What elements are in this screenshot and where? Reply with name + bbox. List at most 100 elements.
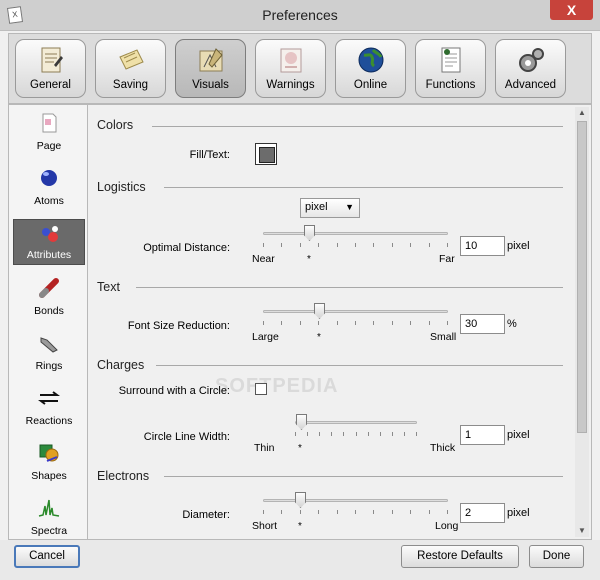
slider-tick xyxy=(263,243,264,247)
sidebar-item-attributes[interactable]: Attributes xyxy=(13,219,85,265)
units-select[interactable]: pixel ▼ xyxy=(300,198,360,218)
slider-thumb[interactable] xyxy=(314,303,325,319)
slider-tick xyxy=(373,321,374,325)
slider-tick xyxy=(337,510,338,514)
scroll-down-icon[interactable]: ▼ xyxy=(575,525,589,537)
bonds-icon xyxy=(39,278,59,298)
circle-line-width-slider[interactable] xyxy=(295,414,417,442)
slider-min-label: Short xyxy=(252,520,278,532)
diameter-input[interactable]: 2 xyxy=(460,503,505,523)
shapes-icon xyxy=(39,444,59,462)
section-divider xyxy=(164,476,563,477)
scroll-up-icon[interactable]: ▲ xyxy=(575,107,589,119)
slider-tick xyxy=(355,243,356,247)
sidebar-item-label: Attributes xyxy=(26,249,72,261)
tab-warnings[interactable]: Warnings xyxy=(255,39,326,98)
slider-tick xyxy=(447,243,448,247)
slider-tick xyxy=(319,432,320,436)
chevron-down-icon: ▼ xyxy=(345,202,354,212)
tab-visuals[interactable]: Visuals xyxy=(175,39,246,98)
diameter-slider[interactable] xyxy=(263,492,448,520)
functions-icon xyxy=(441,47,461,73)
slider-track xyxy=(295,421,417,424)
dialog-footer: Cancel Restore Defaults Done xyxy=(0,540,600,580)
slider-tick xyxy=(392,510,393,514)
surround-circle-label: Surround with a Circle: xyxy=(118,385,230,397)
optimal-distance-input[interactable]: 10 xyxy=(460,236,505,256)
section-heading-electrons: Electrons xyxy=(97,469,150,483)
slider-min-label: Near xyxy=(252,253,275,265)
close-button[interactable]: X xyxy=(550,0,593,20)
slider-track xyxy=(263,499,448,502)
section-divider xyxy=(164,187,563,188)
scrollbar-thumb[interactable] xyxy=(577,121,587,433)
attributes-icon xyxy=(42,226,58,242)
slider-tick xyxy=(356,432,357,436)
slider-tick xyxy=(410,243,411,247)
done-button[interactable]: Done xyxy=(529,545,584,568)
sidebar-item-label: Rings xyxy=(35,360,63,372)
tab-advanced[interactable]: Advanced xyxy=(495,39,566,98)
section-heading-colors: Colors xyxy=(97,118,134,132)
atoms-icon xyxy=(41,170,57,186)
slider-tick xyxy=(392,243,393,247)
spectra-icon xyxy=(38,499,60,517)
sidebar-item-page[interactable]: Page xyxy=(13,109,85,155)
slider-thumb[interactable] xyxy=(296,414,307,430)
fill-text-label: Fill/Text: xyxy=(189,149,230,161)
sidebar-item-bonds[interactable]: Bonds xyxy=(13,274,85,320)
optimal-distance-slider[interactable] xyxy=(263,225,448,253)
font-size-reduction-input[interactable]: 30 xyxy=(460,314,505,334)
sidebar-item-spectra[interactable]: Spectra xyxy=(13,494,85,540)
rings-icon xyxy=(40,337,58,353)
circle-line-width-label: Circle Line Width: xyxy=(143,431,230,443)
section-heading-text: Text xyxy=(97,280,120,294)
slider-tick xyxy=(373,243,374,247)
page-icon xyxy=(42,113,57,133)
slider-tick xyxy=(300,243,301,247)
sidebar-item-reactions[interactable]: Reactions xyxy=(13,384,85,430)
visuals-icon xyxy=(199,48,223,72)
slider-tick xyxy=(295,432,296,436)
slider-tick xyxy=(355,510,356,514)
warnings-icon xyxy=(280,48,302,73)
sidebar-item-atoms[interactable]: Atoms xyxy=(13,164,85,210)
slider-track xyxy=(263,232,448,235)
font-size-reduction-slider[interactable] xyxy=(263,303,448,331)
vertical-scrollbar[interactable]: ▲ ▼ xyxy=(575,107,589,537)
sidebar-item-label: Reactions xyxy=(25,415,73,427)
slider-thumb[interactable] xyxy=(304,225,315,241)
tab-label: Advanced xyxy=(504,79,557,91)
tab-label: General xyxy=(30,79,71,91)
slider-tick xyxy=(429,510,430,514)
slider-max-label: Thick xyxy=(430,442,456,454)
unit-label: % xyxy=(507,318,517,330)
fill-color-swatch[interactable] xyxy=(255,143,277,165)
sidebar: Page Atoms Attributes Bonds Rings Reacti… xyxy=(8,104,88,540)
slider-tick xyxy=(281,321,282,325)
general-icon xyxy=(41,47,63,73)
cancel-button[interactable]: Cancel xyxy=(14,545,80,568)
sidebar-item-rings[interactable]: Rings xyxy=(13,329,85,375)
tab-online[interactable]: Online xyxy=(335,39,406,98)
slider-tick xyxy=(355,321,356,325)
window-title: Preferences xyxy=(262,7,338,23)
sidebar-item-shapes[interactable]: Shapes xyxy=(13,439,85,485)
tab-label: Online xyxy=(353,79,388,91)
circle-line-width-input[interactable]: 1 xyxy=(460,425,505,445)
tab-saving[interactable]: Saving xyxy=(95,39,166,98)
slider-tick xyxy=(447,510,448,514)
slider-tick xyxy=(410,321,411,325)
tab-functions[interactable]: Functions xyxy=(415,39,486,98)
slider-tick xyxy=(300,321,301,325)
restore-defaults-button[interactable]: Restore Defaults xyxy=(401,545,519,568)
surround-circle-checkbox[interactable] xyxy=(255,383,267,395)
slider-tick xyxy=(300,510,301,514)
saving-icon xyxy=(119,49,144,70)
unit-label: pixel xyxy=(507,240,530,252)
slider-tick xyxy=(368,432,369,436)
slider-thumb[interactable] xyxy=(295,492,306,508)
tab-general[interactable]: General xyxy=(15,39,86,98)
section-divider xyxy=(152,126,563,127)
sidebar-item-label: Spectra xyxy=(30,525,68,537)
